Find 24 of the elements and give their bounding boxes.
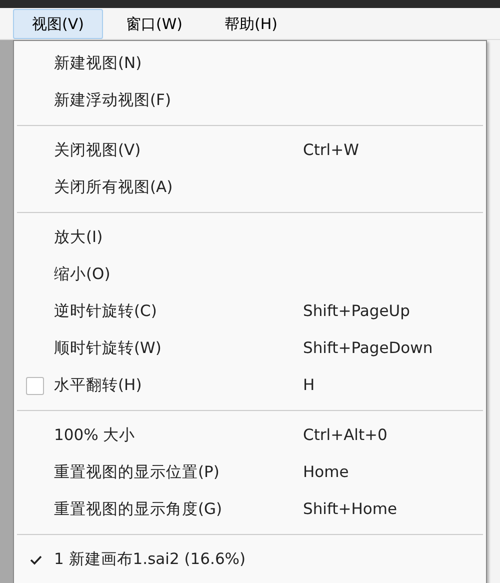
shortcut-text: Ctrl+W: [303, 140, 359, 161]
shortcut-text: Shift+PageDown: [303, 338, 433, 359]
menu-item[interactable]: 关闭所有视图(A): [14, 169, 486, 206]
menu-item[interactable]: 1 新建画布1.sai2 (16.6%): [14, 541, 486, 578]
menu-item[interactable]: 关闭视图(V) Ctrl+W: [14, 132, 486, 169]
menu-item[interactable]: 100% 大小 Ctrl+Alt+0: [14, 417, 486, 454]
menu-item[interactable]: 新建视图(N): [14, 45, 486, 82]
shortcut-text: Home: [303, 462, 349, 483]
shortcut-text: Shift+PageUp: [303, 300, 410, 322]
shortcut-text: Shift+Home: [303, 498, 397, 520]
menu-item[interactable]: 放大(I): [14, 219, 486, 256]
menu-bar-item[interactable]: 视图(V): [13, 8, 103, 38]
menu-item[interactable]: 重置视图的显示角度(G) Shift+Home: [14, 491, 486, 528]
menu-bar-item[interactable]: 窗口(W): [106, 8, 202, 38]
menu-item[interactable]: 新建浮动视图(F): [14, 82, 486, 119]
shortcut-text: Ctrl+Alt+0: [303, 424, 388, 446]
menu-item[interactable]: 重置视图的显示位置(P) Home: [14, 454, 486, 491]
menu-item[interactable]: 水平翻转(H) H: [14, 367, 486, 404]
menu-item[interactable]: 缩小(O): [14, 256, 486, 293]
checkbox[interactable]: [26, 376, 44, 394]
shortcut-text: H: [303, 374, 315, 396]
menu-item[interactable]: 逆时针旋转(C) Shift+PageUp: [14, 293, 486, 330]
menu-bar-item[interactable]: 帮助(H): [206, 8, 296, 38]
menu-item[interactable]: 顺时针旋转(W) Shift+PageDown: [14, 330, 486, 367]
